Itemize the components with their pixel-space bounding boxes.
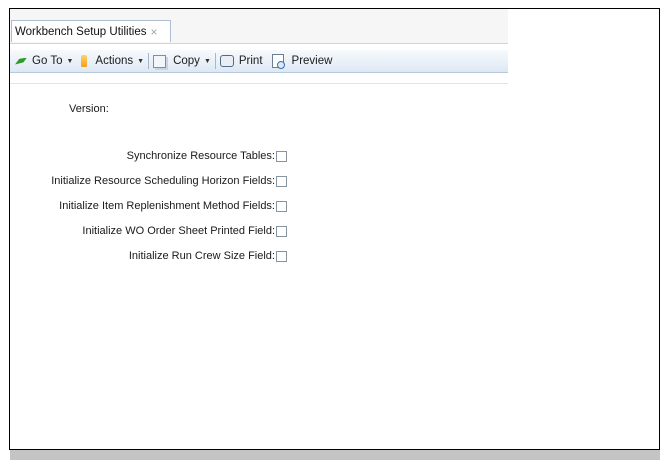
chevron-down-icon: ▼ <box>137 57 145 65</box>
copy-icon <box>153 54 167 68</box>
form-row-initialize-resource-scheduling-horizon-fields: Initialize Resource Scheduling Horizon F… <box>51 175 287 187</box>
close-icon[interactable]: × <box>150 25 157 39</box>
version-label: Version: <box>69 103 109 115</box>
field-label: Synchronize Resource Tables: <box>126 150 275 162</box>
printer-icon <box>219 55 234 67</box>
initialize-run-crew-size-field-checkbox[interactable] <box>276 250 287 262</box>
tab-title: Workbench Setup Utilities <box>15 25 147 38</box>
initialize-item-replenishment-method-fields-checkbox[interactable] <box>276 200 287 212</box>
utilities-window: Workbench Setup Utilities × Go To ▼ Acti… <box>9 8 660 450</box>
actions-button[interactable]: Actions ▼ <box>81 51 144 71</box>
tab-workbench-setup-utilities[interactable]: Workbench Setup Utilities × <box>11 20 171 42</box>
toolbar: Go To ▼ Actions ▼ Copy ▼ Print Preview <box>10 50 508 73</box>
field-label: Initialize Item Replenishment Method Fie… <box>59 200 275 212</box>
toolbar-separator <box>148 53 150 69</box>
print-label: Print <box>238 55 263 67</box>
synchronize-resource-tables-checkbox[interactable] <box>276 150 287 162</box>
actions-icon <box>81 55 88 67</box>
copy-button[interactable]: Copy ▼ <box>153 51 211 71</box>
bottom-shadow-bar <box>10 450 660 460</box>
form-row-synchronize-resource-tables: Synchronize Resource Tables: <box>127 150 287 162</box>
form-row-initialize-item-replenishment-method-fields: Initialize Item Replenishment Method Fie… <box>59 200 287 212</box>
initialize-resource-scheduling-horizon-fields-checkbox[interactable] <box>276 175 287 187</box>
goto-icon <box>15 57 27 65</box>
preview-button[interactable]: Preview <box>271 51 333 71</box>
preview-label: Preview <box>291 55 333 67</box>
field-label: Initialize Resource Scheduling Horizon F… <box>51 175 275 187</box>
initialize-wo-order-sheet-printed-field-checkbox[interactable] <box>276 225 287 237</box>
header-divider <box>10 83 508 84</box>
goto-label: Go To <box>32 55 63 67</box>
copy-label: Copy <box>173 55 200 67</box>
field-label: Initialize WO Order Sheet Printed Field: <box>82 225 275 237</box>
toolbar-separator <box>214 53 216 69</box>
field-label: Initialize Run Crew Size Field: <box>128 250 275 262</box>
chevron-down-icon: ▼ <box>66 57 74 65</box>
form-row-initialize-wo-order-sheet-printed-field: Initialize WO Order Sheet Printed Field: <box>82 225 287 237</box>
actions-label: Actions <box>95 55 134 67</box>
print-button[interactable]: Print <box>219 51 263 71</box>
chevron-down-icon: ▼ <box>203 57 211 65</box>
goto-button[interactable]: Go To ▼ <box>15 51 73 71</box>
tab-bar: Workbench Setup Utilities × <box>10 9 508 44</box>
form-row-initialize-run-crew-size-field: Initialize Run Crew Size Field: <box>129 250 287 262</box>
preview-icon <box>271 54 285 69</box>
